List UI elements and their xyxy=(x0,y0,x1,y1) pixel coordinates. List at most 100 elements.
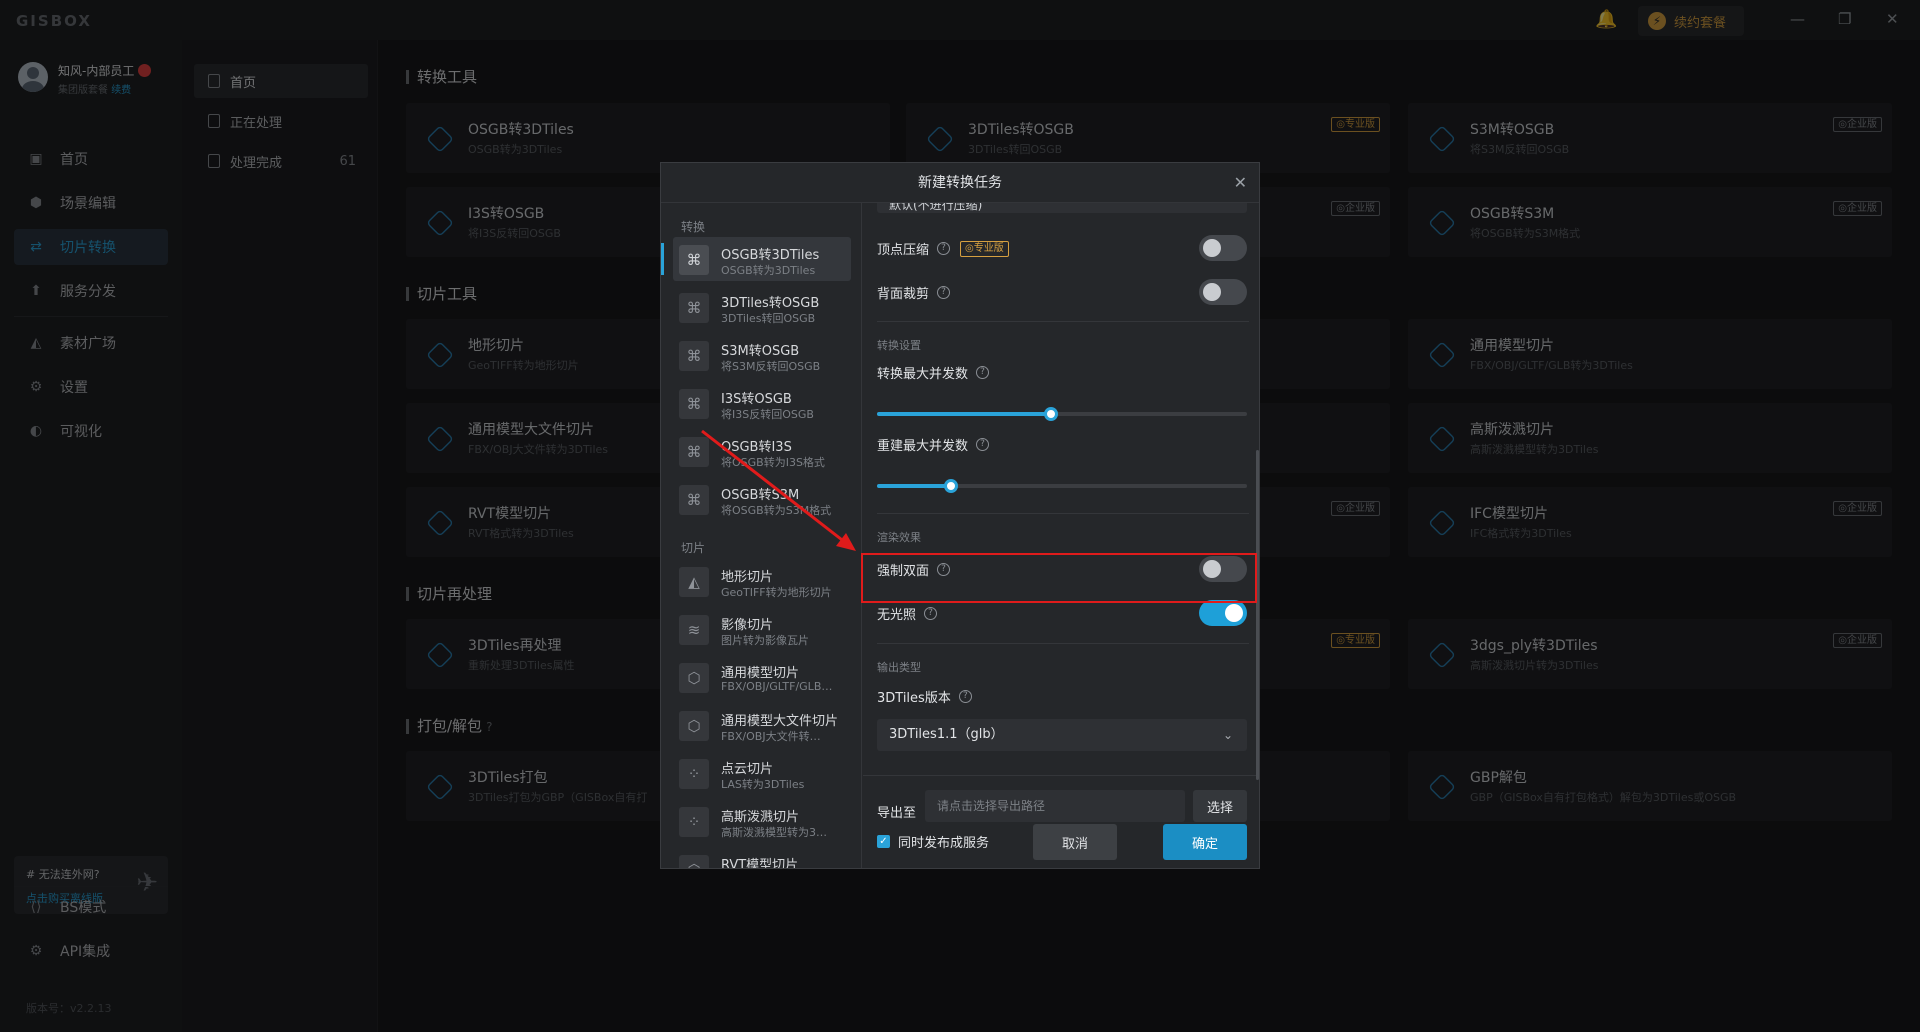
max-rebuild-concurrency-label: 重建最大并发数 xyxy=(877,439,969,454)
task-type-name: 通用模型大文件切片 xyxy=(721,714,839,729)
backface-cull-toggle[interactable] xyxy=(1199,279,1247,305)
settings-scrollbar[interactable] xyxy=(1256,450,1259,780)
task-type-name: 影像切片 xyxy=(721,618,774,633)
task-type-name: RVT模型切片 xyxy=(721,858,799,868)
task-type-item[interactable]: ◭ 地形切片 GeoTIFF转为地形切片 xyxy=(673,559,851,603)
dialog-close-icon[interactable]: ✕ xyxy=(1234,173,1247,192)
convert-type-icon: ⌘ xyxy=(679,485,709,515)
pro-edition-tag: ◎专业版 xyxy=(960,240,1009,257)
task-settings-panel: 默认(不进行压缩) 顶点压缩? ◎专业版 背面裁剪? 转换设置 转换最大并发数? … xyxy=(863,203,1259,868)
highlight-box xyxy=(861,553,1257,603)
vertex-compress-row: 顶点压缩? ◎专业版 xyxy=(877,239,1009,258)
task-type-item[interactable]: ⌘ S3M转OSGB 将S3M反转回OSGB xyxy=(673,333,851,377)
cancel-button[interactable]: 取消 xyxy=(1033,824,1117,860)
divider xyxy=(877,643,1249,644)
slider-fill xyxy=(877,412,1051,416)
model-icon: ⬡ xyxy=(679,855,709,868)
task-type-item[interactable]: ⁘ 点云切片 LAS转为3DTiles xyxy=(673,751,851,795)
confirm-button[interactable]: 确定 xyxy=(1163,824,1247,860)
task-type-item[interactable]: ≋ 影像切片 图片转为影像瓦片 xyxy=(673,607,851,651)
task-type-item[interactable]: ⁘ 高斯泼溅切片 高斯泼溅模型转为3… xyxy=(673,799,851,843)
max-rebuild-concurrency-row: 重建最大并发数? xyxy=(877,435,990,454)
vertex-compress-label: 顶点压缩 xyxy=(877,243,930,258)
convert-type-icon: ⌘ xyxy=(679,341,709,371)
backface-cull-label: 背面裁剪 xyxy=(877,287,930,302)
task-type-item[interactable]: ⌘ I3S转OSGB 将I3S反转回OSGB xyxy=(673,381,851,425)
task-type-name: 3DTiles转OSGB xyxy=(721,296,820,311)
slider-thumb[interactable] xyxy=(944,479,958,493)
slider-fill xyxy=(877,484,951,488)
tiles-version-select[interactable]: 3DTiles1.1（glb） ⌄ xyxy=(877,719,1247,751)
compression-select[interactable]: 默认(不进行压缩) xyxy=(877,203,1247,213)
convert-type-icon: ⌘ xyxy=(679,245,709,275)
task-type-item[interactable]: ⌘ OSGB转I3S 将OSGB转为I3S格式 xyxy=(673,429,851,473)
tiles-version-label: 3DTiles版本 xyxy=(877,691,951,706)
task-type-name: OSGB转S3M xyxy=(721,488,800,503)
chevron-down-icon: ⌄ xyxy=(1222,728,1233,742)
task-type-item[interactable]: ⌘ OSGB转S3M 将OSGB转为S3M格式 xyxy=(673,477,851,521)
help-icon[interactable]: ? xyxy=(924,607,938,620)
task-type-name: 高斯泼溅切片 xyxy=(721,810,800,825)
help-icon[interactable]: ? xyxy=(976,366,990,379)
slider-thumb[interactable] xyxy=(1044,407,1058,421)
task-type-desc: 将OSGB转为I3S格式 xyxy=(721,456,825,469)
max-convert-concurrency-label: 转换最大并发数 xyxy=(877,367,969,382)
max-rebuild-concurrency-slider[interactable] xyxy=(877,479,1247,493)
gaussian-icon: ⁘ xyxy=(679,807,709,837)
tiles-version-value: 3DTiles1.1（glb） xyxy=(889,727,1004,742)
task-type-desc: FBX/OBJ大文件转… xyxy=(721,730,821,743)
task-type-desc: GeoTIFF转为地形切片 xyxy=(721,586,832,599)
max-convert-concurrency-row: 转换最大并发数? xyxy=(877,363,990,382)
no-lighting-toggle[interactable] xyxy=(1199,600,1247,626)
divider xyxy=(877,321,1249,322)
divider xyxy=(877,513,1249,514)
task-type-name: OSGB转3DTiles xyxy=(721,248,820,263)
task-type-desc: OSGB转为3DTiles xyxy=(721,264,816,277)
task-type-item[interactable]: ⌘ OSGB转3DTiles OSGB转为3DTiles xyxy=(661,237,851,281)
point-cloud-icon: ⁘ xyxy=(679,759,709,789)
terrain-icon: ◭ xyxy=(679,567,709,597)
publish-service-checkbox[interactable]: ✓ 同时发布成服务 xyxy=(877,832,989,851)
task-type-name: 地形切片 xyxy=(721,570,774,585)
help-icon[interactable]: ? xyxy=(976,438,990,451)
task-type-desc: LAS转为3DTiles xyxy=(721,778,805,791)
task-type-item[interactable]: ⌘ 3DTiles转OSGB 3DTiles转回OSGB xyxy=(673,285,851,329)
output-type-label: 输出类型 xyxy=(877,661,921,674)
checkbox-checked-icon[interactable]: ✓ xyxy=(877,835,890,848)
export-path-input[interactable] xyxy=(925,790,1185,822)
task-type-desc: 将S3M反转回OSGB xyxy=(721,360,821,373)
help-icon[interactable]: ? xyxy=(937,242,951,255)
max-convert-concurrency-slider[interactable] xyxy=(877,407,1247,421)
vertex-compress-toggle[interactable] xyxy=(1199,235,1247,261)
task-type-item[interactable]: ⬡ 通用模型切片 FBX/OBJ/GLTF/GLB… xyxy=(673,655,851,699)
model-icon: ⬡ xyxy=(679,711,709,741)
convert-settings-label: 转换设置 xyxy=(877,339,921,352)
new-convert-task-dialog: 新建转换任务 ✕ 转换 ⌘ OSGB转3DTiles OSGB转为3DTiles ⌘… xyxy=(660,162,1260,869)
task-type-name: 点云切片 xyxy=(721,762,774,777)
help-icon[interactable]: ? xyxy=(958,690,972,703)
tiles-version-row: 3DTiles版本? xyxy=(877,687,972,706)
dialog-title: 新建转换任务 xyxy=(661,163,1259,203)
task-type-item[interactable]: ⬡ 通用模型大文件切片 FBX/OBJ大文件转… xyxy=(673,703,851,747)
task-type-name: 通用模型切片 xyxy=(721,666,800,681)
task-type-list: 转换 ⌘ OSGB转3DTiles OSGB转为3DTiles ⌘ 3DTiles转O… xyxy=(661,203,862,868)
convert-type-icon: ⌘ xyxy=(679,389,709,419)
no-lighting-row: 无光照? xyxy=(877,604,938,623)
task-type-desc: 3DTiles转回OSGB xyxy=(721,312,816,325)
no-lighting-label: 无光照 xyxy=(877,608,917,623)
group-label-convert: 转换 xyxy=(681,220,706,234)
task-type-desc: 将I3S反转回OSGB xyxy=(721,408,814,421)
group-label-slice: 切片 xyxy=(681,541,706,555)
select-path-button[interactable]: 选择 xyxy=(1193,790,1247,822)
task-type-desc: FBX/OBJ/GLTF/GLB… xyxy=(721,680,833,693)
task-type-desc: 高斯泼溅模型转为3… xyxy=(721,826,827,839)
render-effects-label: 渲染效果 xyxy=(877,531,921,544)
task-type-desc: 将OSGB转为S3M格式 xyxy=(721,504,832,517)
help-icon[interactable]: ? xyxy=(937,286,951,299)
task-type-name: S3M转OSGB xyxy=(721,344,800,359)
export-label: 导出至 xyxy=(877,806,917,821)
task-type-item[interactable]: ⬡ RVT模型切片 xyxy=(673,847,851,868)
convert-type-icon: ⌘ xyxy=(679,293,709,323)
backface-cull-row: 背面裁剪? xyxy=(877,283,951,302)
model-icon: ⬡ xyxy=(679,663,709,693)
